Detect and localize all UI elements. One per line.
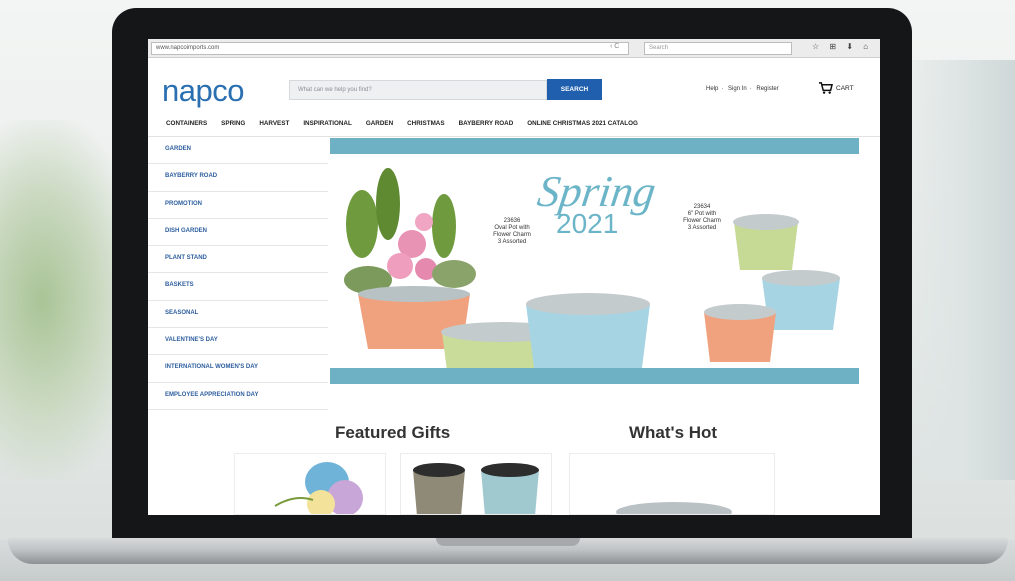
hero-band-bottom: [330, 368, 859, 384]
product-card-tin-pot[interactable]: [569, 453, 775, 515]
reload-icon[interactable]: ‹ C: [610, 43, 619, 50]
nav-christmas-catalog[interactable]: ONLINE CHRISTMAS 2021 CATALOG: [527, 120, 638, 127]
succulent-arrangement: [344, 168, 476, 349]
napco-logo[interactable]: napco: [162, 73, 244, 109]
help-link[interactable]: Help: [706, 86, 718, 92]
butterfly-image: [274, 462, 363, 514]
caption-6in-pot: 23634 6" Pot with Flower Charm 3 Assorte…: [683, 204, 721, 231]
sidebar-item-womens-day[interactable]: INTERNATIONAL WOMEN'S DAY: [148, 355, 328, 383]
cart-icon: [818, 82, 833, 94]
site-search-input[interactable]: What can we help you find?: [289, 80, 547, 100]
register-link[interactable]: Register: [756, 86, 778, 92]
cart-link[interactable]: CART: [818, 81, 854, 95]
nav-inspirational[interactable]: INSPIRATIONAL: [303, 120, 352, 127]
sidebar-item-employee-appreciation[interactable]: EMPLOYEE APPRECIATION DAY: [148, 383, 328, 410]
cart-label: CART: [836, 84, 854, 92]
main-nav: CONTAINERS SPRING HARVEST INSPIRATIONAL …: [166, 120, 866, 127]
nav-bayberry-road[interactable]: BAYBERRY ROAD: [459, 120, 514, 127]
sidebar-item-baskets[interactable]: BASKETS: [148, 273, 328, 301]
search-button[interactable]: SEARCH: [547, 79, 602, 100]
laptop-notch: [436, 538, 580, 546]
sidebar-item-garden[interactable]: GARDEN: [148, 137, 328, 165]
nav-christmas[interactable]: CHRISTMAS: [407, 120, 444, 127]
hero-year: 2021: [556, 208, 619, 239]
sidebar-item-promotion[interactable]: PROMOTION: [148, 192, 328, 219]
sidebar-item-seasonal[interactable]: SEASONAL: [148, 301, 328, 329]
laptop-screen: www.napcoimports.com ‹ C Search ☆ ⊞ ⬇ ⌂ …: [148, 39, 880, 515]
sidebar-item-dish-garden[interactable]: DISH GARDEN: [148, 219, 328, 247]
account-links: Help · Sign In · Register: [706, 86, 779, 92]
nav-harvest[interactable]: HARVEST: [259, 120, 289, 127]
spring-hero-banner[interactable]: Spring 2021 23636 Oval Pot with Flower C…: [330, 154, 859, 368]
browser-search-field[interactable]: Search: [644, 42, 792, 55]
category-sidebar: GARDEN BAYBERRY ROAD PROMOTION DISH GARD…: [148, 137, 328, 410]
sidebar-item-bayberry-road[interactable]: BAYBERRY ROAD: [148, 164, 328, 192]
tin-pot-image: [616, 502, 732, 514]
nav-garden[interactable]: GARDEN: [366, 120, 393, 127]
hero-band-top: [330, 138, 859, 154]
photo-background: www.napcoimports.com ‹ C Search ☆ ⊞ ⬇ ⌂ …: [0, 0, 1015, 581]
sign-in-link[interactable]: Sign In: [728, 86, 747, 92]
sidebar-item-valentines-day[interactable]: VALENTINE'S DAY: [148, 328, 328, 356]
blue-oval-pot: [526, 293, 650, 368]
nav-spring[interactable]: SPRING: [221, 120, 245, 127]
address-bar[interactable]: www.napcoimports.com: [151, 42, 629, 55]
nav-containers[interactable]: CONTAINERS: [166, 120, 207, 127]
featured-gifts-heading: Featured Gifts: [335, 423, 451, 442]
caption-oval-pot: 23636 Oval Pot with Flower Charm 3 Assor…: [493, 218, 531, 245]
whats-hot-heading: What's Hot: [629, 423, 718, 442]
browser-toolbar-icons[interactable]: ☆ ⊞ ⬇ ⌂: [812, 42, 872, 51]
browser-toolbar: www.napcoimports.com ‹ C Search ☆ ⊞ ⬇ ⌂: [148, 39, 880, 58]
sidebar-item-plant-stand[interactable]: PLANT STAND: [148, 246, 328, 274]
ceramic-pots-image: [413, 463, 539, 514]
product-card-ceramic-pots[interactable]: [400, 453, 552, 515]
stacked-pots: [704, 214, 840, 362]
product-card-butterfly[interactable]: [234, 453, 386, 515]
